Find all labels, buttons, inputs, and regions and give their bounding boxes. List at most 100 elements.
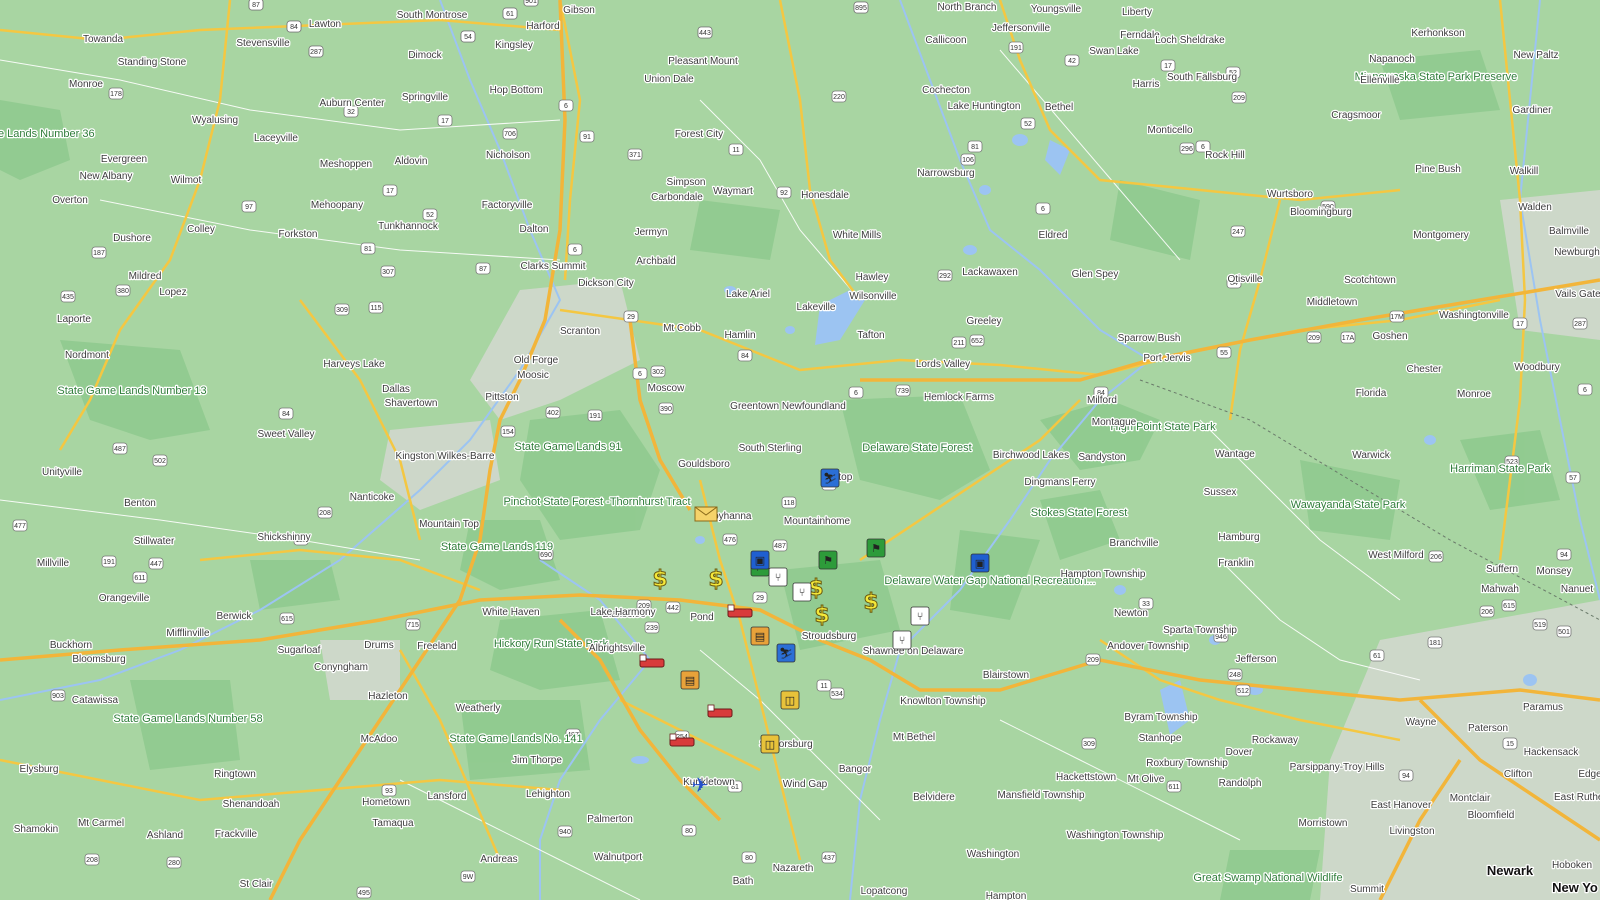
place-label: Tunkhannock — [378, 221, 439, 232]
route-shield: 42 — [1064, 54, 1080, 67]
place-label: Bloomfield — [1468, 810, 1515, 821]
place-label: Cochecton — [922, 85, 970, 96]
route-shield: 309 — [1081, 737, 1097, 750]
money-marker-icon[interactable]: $ — [652, 567, 668, 593]
place-label: Bloomsburg — [72, 654, 125, 665]
svg-text:487: 487 — [114, 446, 126, 453]
place-label: Andreas — [480, 854, 517, 865]
bag-marker-icon[interactable]: ▤ — [680, 670, 700, 690]
svg-text:⑂: ⑂ — [917, 610, 924, 623]
place-label: White Haven — [482, 607, 539, 618]
park-label: Wawayanda State Park — [1291, 499, 1406, 511]
route-shield: 239 — [644, 621, 660, 634]
fork-marker-icon[interactable]: ⑂ — [768, 567, 788, 587]
svg-text:296: 296 — [1181, 146, 1193, 153]
place-label: Hometown — [362, 797, 410, 808]
route-shield: 296 — [1179, 142, 1195, 155]
route-shield: 615 — [279, 612, 295, 625]
svg-text:6: 6 — [854, 390, 858, 397]
golf-marker-icon[interactable]: ⚑ — [818, 550, 838, 570]
route-shield: 80 — [741, 851, 757, 864]
route-shield: 435 — [60, 290, 76, 303]
place-label: Nanticoke — [350, 492, 395, 503]
place-label: Dickson City — [578, 278, 634, 289]
place-label: Dalton — [520, 224, 549, 235]
place-label: Port Jervis — [1143, 353, 1190, 364]
mail-marker-icon[interactable] — [694, 506, 718, 522]
cart-marker-icon[interactable]: ▣ — [750, 550, 770, 570]
place-label: Auburn Center — [319, 98, 385, 109]
park-label: State Game Lands 119 — [441, 541, 553, 553]
ski-marker-icon[interactable]: ⛷ — [776, 643, 796, 663]
fork-marker-icon[interactable]: ⑂ — [792, 582, 812, 602]
place-label: Catawissa — [72, 695, 119, 706]
place-label: Lehighton — [526, 789, 570, 800]
place-label: Hampton Township — [1061, 569, 1146, 580]
route-shield: 476 — [722, 533, 738, 546]
place-label: Wantage — [1215, 449, 1255, 460]
svg-text:248: 248 — [1229, 672, 1241, 679]
place-label: Moosic — [517, 370, 549, 381]
route-shield: 29 — [623, 310, 639, 323]
money-marker-icon[interactable]: $ — [814, 603, 830, 629]
route-shield: 191 — [587, 409, 603, 422]
place-label: Woodbury — [1514, 362, 1559, 373]
fork-marker-icon[interactable]: ⑂ — [910, 606, 930, 626]
golf-marker-icon[interactable]: ⚑ — [866, 538, 886, 558]
place-label: Mt Carmel — [78, 818, 124, 829]
svg-text:84: 84 — [290, 24, 298, 31]
route-shield: 93 — [381, 784, 397, 797]
svg-text:901: 901 — [525, 0, 537, 5]
svg-text:940: 940 — [559, 829, 571, 836]
cart-marker-icon[interactable]: ▣ — [970, 553, 990, 573]
svg-text:81: 81 — [364, 246, 372, 253]
plane-marker-icon[interactable]: ✈ — [692, 773, 709, 797]
map-canvas[interactable]: 4677063671676911716701914217521782095232… — [0, 0, 1600, 900]
park-label: Stokes State Forest — [1031, 507, 1128, 519]
svg-text:502: 502 — [154, 458, 166, 465]
place-label: Honesdale — [801, 190, 849, 201]
place-label: Standing Stone — [118, 57, 187, 68]
place-label: Montague — [1092, 417, 1137, 428]
svg-text:94: 94 — [1560, 552, 1568, 559]
money-marker-icon[interactable]: $ — [708, 567, 724, 593]
city-label: New Yo — [1552, 880, 1598, 895]
place-label: Monroe — [69, 79, 103, 90]
place-label: Narrowsburg — [917, 168, 974, 179]
place-label: Lopez — [159, 287, 186, 298]
place-label: Mt Cobb — [663, 323, 701, 334]
fork-marker-icon[interactable]: ⑂ — [892, 630, 912, 650]
money-marker-icon[interactable]: $ — [863, 590, 879, 616]
place-label: Lake Ariel — [726, 289, 770, 300]
route-shield: 17 — [437, 114, 453, 127]
place-label: Belvidere — [913, 792, 955, 803]
place-label: Stevensville — [236, 38, 290, 49]
route-shield: 519 — [1532, 618, 1548, 631]
route-shield: 501 — [1556, 625, 1572, 638]
ski-marker-icon[interactable]: ⛷ — [820, 468, 840, 488]
bag-marker-icon[interactable]: ▤ — [750, 626, 770, 646]
place-label: Gardiner — [1513, 105, 1553, 116]
place-label: Nicholson — [486, 150, 530, 161]
route-shield: 903 — [50, 689, 66, 702]
place-label: Knowlton Township — [900, 696, 986, 707]
park-label: State Game Lands Number 13 — [57, 385, 206, 397]
svg-text:52: 52 — [1024, 121, 1032, 128]
place-label: Buckhorn — [50, 640, 92, 651]
svg-text:390: 390 — [660, 406, 672, 413]
place-label: Pittston — [485, 392, 518, 403]
svg-text:$: $ — [814, 603, 829, 628]
basket-marker-icon[interactable]: ◫ — [780, 690, 800, 710]
basket-marker-icon[interactable]: ◫ — [760, 734, 780, 754]
place-label: Overton — [52, 195, 88, 206]
place-label: Gouldsboro — [678, 459, 730, 470]
city-label: Newark — [1487, 863, 1534, 878]
route-shield: 84 — [737, 349, 753, 362]
place-label: Tafton — [857, 330, 884, 341]
place-label: Shawnee on Delaware — [863, 646, 964, 657]
place-label: New Paltz — [1513, 50, 1558, 61]
place-label: Franklin — [1218, 558, 1254, 569]
route-shield: 57 — [1565, 471, 1581, 484]
place-label: Old Forge — [514, 355, 559, 366]
svg-text:181: 181 — [1429, 640, 1441, 647]
